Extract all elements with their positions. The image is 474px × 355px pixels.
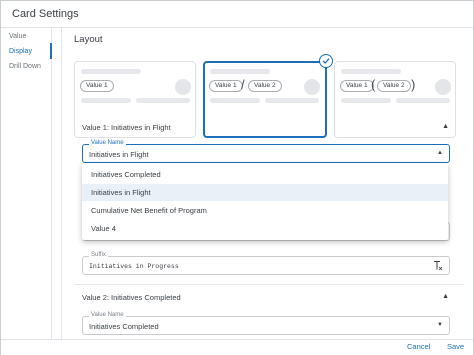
field-label: Value Name	[89, 140, 126, 146]
field-label: Value Name	[89, 312, 126, 318]
chevron-down-icon: ▼	[437, 322, 443, 328]
placeholder-bar	[396, 98, 450, 103]
value-pill: Value 2	[248, 80, 282, 92]
value-pill: Value 1	[209, 80, 243, 92]
dropdown-option-selected[interactable]: Initiatives in Flight	[82, 184, 448, 201]
dialog-footer: Cancel Save	[1, 339, 473, 355]
card-settings-window: Card Settings Value Display Drill Down L…	[0, 0, 474, 355]
value1-name-select[interactable]: Value Name Initiatives in Flight ▲	[82, 140, 450, 163]
cancel-button[interactable]: Cancel	[407, 342, 430, 351]
slash-separator: /	[241, 77, 245, 92]
divider	[74, 284, 464, 285]
placeholder-circle	[304, 79, 320, 95]
layout-option-parenthesis[interactable]: Value 1 ( Value 2 )	[334, 61, 456, 138]
window-title: Card Settings	[12, 8, 79, 20]
dropdown-option[interactable]: Initiatives Completed	[82, 166, 448, 183]
placeholder-bar	[210, 69, 270, 74]
value1-suffix-field[interactable]: Suffix Initiatives in Progress	[82, 252, 450, 275]
field-value: Initiatives Completed	[89, 322, 159, 331]
dropdown-option[interactable]: Value 4	[82, 220, 448, 237]
window-header: Card Settings	[1, 1, 473, 28]
clear-format-icon[interactable]	[433, 260, 443, 273]
value-pill: Value 1	[340, 80, 374, 92]
value-pill: Value 1	[80, 80, 114, 92]
value2-name-select[interactable]: Value Name Initiatives Completed ▼	[82, 312, 450, 335]
value-pill: Value 2	[377, 80, 411, 92]
value1-group-title[interactable]: Value 1: Initiatives in Flight	[82, 123, 171, 132]
collapse-chevron-icon[interactable]: ▲	[442, 123, 449, 130]
placeholder-bar	[341, 98, 391, 103]
placeholder-bar	[136, 98, 190, 103]
placeholder-circle	[175, 79, 191, 95]
layout-section-title: Layout	[74, 34, 103, 45]
value2-group-title[interactable]: Value 2: Initiatives Completed	[82, 293, 181, 302]
caret-up-icon: ▲	[437, 150, 443, 156]
placeholder-bar	[341, 69, 401, 74]
field-value: Initiatives in Flight	[89, 150, 149, 159]
placeholder-bar	[210, 98, 260, 103]
dropdown-option[interactable]: Cumulative Net Benefit of Program	[82, 202, 448, 219]
collapse-chevron-icon[interactable]: ▲	[442, 293, 449, 300]
open-paren-separator: (	[371, 77, 376, 92]
value-name-dropdown: Initiatives Completed Initiatives in Fli…	[82, 163, 448, 240]
sidebar-active-indicator	[50, 43, 52, 59]
layout-option-slash[interactable]: Value 1 / Value 2	[203, 61, 327, 138]
close-paren-separator: )	[411, 77, 416, 92]
placeholder-bar	[81, 69, 141, 74]
field-label: Suffix	[89, 252, 108, 258]
sidebar-item-drill-down[interactable]: Drill Down	[9, 63, 41, 70]
sidebar: Value Display Drill Down	[1, 28, 52, 341]
selected-check-icon	[319, 54, 333, 68]
field-value: Initiatives in Progress	[89, 263, 179, 270]
placeholder-circle	[435, 79, 451, 95]
sidebar-item-value[interactable]: Value	[9, 33, 26, 40]
placeholder-bar	[265, 98, 319, 103]
sidebar-item-display[interactable]: Display	[9, 48, 32, 55]
placeholder-bar	[81, 98, 131, 103]
save-button[interactable]: Save	[447, 342, 464, 351]
